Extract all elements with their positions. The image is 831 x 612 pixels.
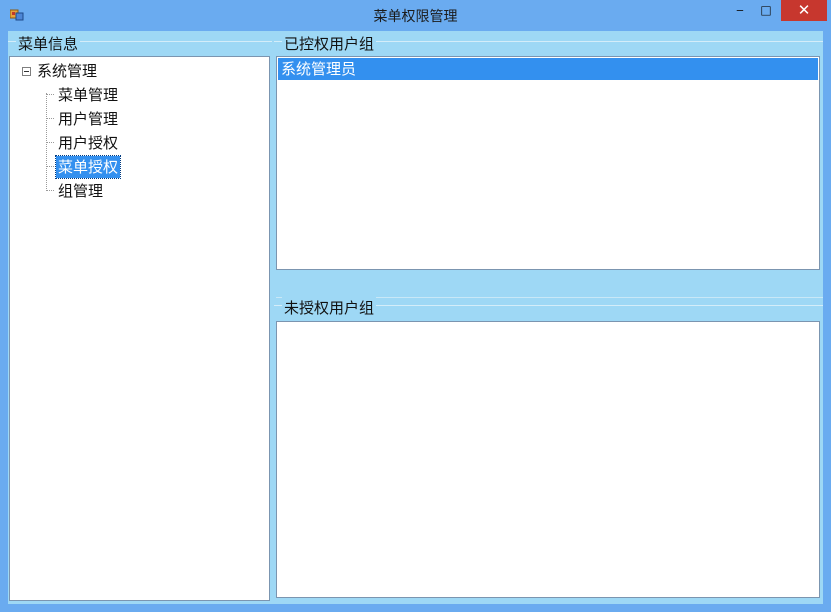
- authorized-groups-list[interactable]: 系统管理员: [276, 56, 820, 270]
- close-icon[interactable]: ✕: [781, 0, 827, 21]
- window-title: 菜单权限管理: [373, 9, 458, 25]
- tree-node-menu-management[interactable]: 菜单管理: [56, 84, 120, 106]
- menu-tree[interactable]: 系统管理 菜单管理 用户管理 用户授权 菜单授权 组管理: [9, 56, 270, 601]
- collapse-icon[interactable]: [22, 67, 31, 76]
- menu-info-group-title: 菜单信息: [16, 33, 81, 54]
- main-window: 菜单权限管理 ‒ □ ✕ 菜单信息 系统管理 菜单管理 用户管理 用户授权 菜单…: [0, 0, 831, 612]
- minimize-icon[interactable]: ‒: [728, 0, 752, 21]
- title-bar[interactable]: 菜单权限管理 ‒ □ ✕: [0, 0, 831, 31]
- tree-connector: [46, 118, 54, 119]
- unauthorized-groups-list[interactable]: [276, 321, 820, 598]
- tree-connector: [46, 166, 54, 167]
- client-area: 菜单信息 系统管理 菜单管理 用户管理 用户授权 菜单授权 组管理 已控权用户组…: [8, 31, 823, 604]
- tree-node-root[interactable]: 系统管理: [37, 60, 97, 82]
- tree-connector: [46, 142, 54, 143]
- tree-connector-vertical: [46, 93, 47, 189]
- maximize-icon[interactable]: □: [754, 0, 778, 21]
- tree-node-menu-authorization[interactable]: 菜单授权: [54, 155, 122, 179]
- tree-node-group-management[interactable]: 组管理: [56, 180, 105, 202]
- list-item-system-admin[interactable]: 系统管理员: [278, 58, 818, 80]
- tree-node-user-authorization[interactable]: 用户授权: [56, 132, 120, 154]
- tree-connector: [46, 190, 54, 191]
- unauthorized-group-title: 未授权用户组: [282, 297, 377, 318]
- tree-connector: [46, 94, 54, 95]
- authorized-group-title: 已控权用户组: [282, 33, 377, 54]
- tree-node-user-management[interactable]: 用户管理: [56, 108, 120, 130]
